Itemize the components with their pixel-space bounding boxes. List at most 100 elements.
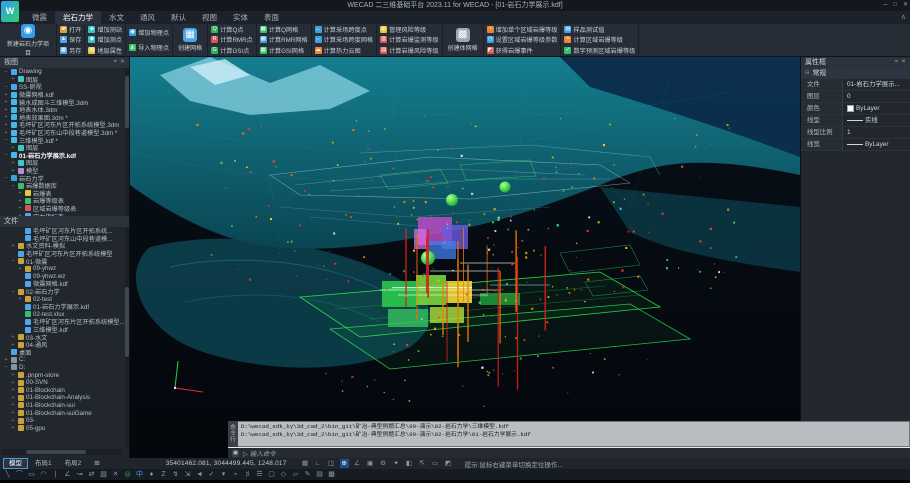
property-row[interactable]: 文件01-岩石力学展示... xyxy=(801,79,910,91)
expand-toggle-icon[interactable]: − xyxy=(3,84,9,90)
draw-tool-icon[interactable]: ▢ xyxy=(267,470,276,480)
draw-tool-icon[interactable]: ▩ xyxy=(327,470,336,480)
ribbon-button[interactable]: ◩获得岩爆事件 xyxy=(487,46,558,55)
expand-toggle-icon[interactable]: − xyxy=(10,289,16,295)
expand-toggle-icon[interactable]: + xyxy=(17,266,23,272)
property-value[interactable]: 实线 xyxy=(843,115,910,126)
ribbon-button[interactable]: ◷设置区域岩爆等级参数 xyxy=(487,35,558,44)
draw-tool-icon[interactable]: ▱ xyxy=(291,470,300,480)
draw-tool-icon[interactable]: ✎ xyxy=(303,470,312,480)
property-value[interactable]: ByLayer xyxy=(843,139,910,150)
expand-toggle-icon[interactable]: + xyxy=(10,76,16,82)
tree-item[interactable]: −三维模型.kdf * xyxy=(0,136,129,144)
property-value[interactable]: 0 xyxy=(843,91,910,102)
draw-tool-icon[interactable]: Z xyxy=(159,470,168,480)
expand-toggle-icon[interactable]: − xyxy=(3,175,9,181)
close-icon[interactable]: ✕ xyxy=(901,57,906,68)
layout-tab-布局1[interactable]: 布局1 xyxy=(29,458,58,469)
draw-tool-icon[interactable]: ▾ xyxy=(219,470,228,480)
expand-toggle-icon[interactable]: + xyxy=(10,243,16,249)
ribbon-big-button[interactable]: ▦创建网格 xyxy=(176,28,204,52)
expand-toggle-icon[interactable]: + xyxy=(3,130,9,136)
command-prompt[interactable]: ▷ 输入命令 xyxy=(243,448,276,458)
tab-表面[interactable]: 表面 xyxy=(256,11,287,24)
property-row[interactable]: 线型比例1 xyxy=(801,127,910,139)
property-row[interactable]: 图层0 xyxy=(801,91,910,103)
ribbon-button[interactable]: ≈计算区域岩爆等级 xyxy=(564,35,635,44)
draw-tool-icon[interactable]: ⇄ xyxy=(87,470,96,480)
tree-item[interactable]: +图层 xyxy=(0,159,129,167)
tab-通风[interactable]: 通风 xyxy=(132,11,163,24)
expand-toggle-icon[interactable]: − xyxy=(3,152,9,158)
draw-tool-icon[interactable]: ∣ xyxy=(51,470,60,480)
expand-toggle-icon[interactable]: + xyxy=(3,122,9,128)
file-tree-scrollbar[interactable] xyxy=(125,227,129,448)
status-icon[interactable]: ▣ xyxy=(366,459,375,468)
ribbon-button[interactable]: G计算GSI点 xyxy=(211,46,253,55)
expand-toggle-icon[interactable]: + xyxy=(10,425,16,431)
expand-toggle-icon[interactable]: − xyxy=(3,69,9,75)
view-panel-header[interactable]: 视图 ⌖✕ xyxy=(0,57,129,68)
tab-水文[interactable]: 水文 xyxy=(101,11,132,24)
ribbon-button[interactable]: ▲保存 xyxy=(60,35,81,44)
ribbon-button[interactable]: ▤样品测试值 xyxy=(564,25,635,34)
tree-item[interactable]: +03- xyxy=(0,417,129,425)
draw-tool-icon[interactable]: ↝ xyxy=(75,470,84,480)
ribbon-button[interactable]: ▰打开 xyxy=(60,25,81,34)
command-input[interactable]: ▣ ▷ 输入命令 xyxy=(228,447,910,458)
tree-item[interactable]: +01-Blockchain-Analysis xyxy=(0,394,129,402)
expand-toggle-icon[interactable]: + xyxy=(10,402,16,408)
tree-item[interactable]: +01-Blockchain-suiGame xyxy=(0,409,129,417)
ribbon-button[interactable]: ▥计算岩爆监测等级 xyxy=(380,35,439,44)
view-panel-header-icons[interactable]: ⌖✕ xyxy=(114,57,125,68)
status-icon[interactable]: ∠ xyxy=(353,459,362,468)
property-row[interactable]: 线型实线 xyxy=(801,115,910,127)
tab-实体[interactable]: 实体 xyxy=(225,11,256,24)
ribbon-button[interactable]: ◔增加单个区域岩爆等级 xyxy=(487,25,558,34)
expand-toggle-icon[interactable]: + xyxy=(10,160,16,166)
properties-section-general[interactable]: ⊟ 常规 xyxy=(801,68,910,79)
expand-toggle-icon[interactable]: + xyxy=(3,107,9,113)
status-icon[interactable]: ⚙ xyxy=(379,459,388,468)
layout-tab-模型[interactable]: 模型 xyxy=(3,458,28,469)
status-icon[interactable]: ▦ xyxy=(301,459,310,468)
tree-item[interactable]: +01-Blockchain xyxy=(0,386,129,394)
draw-tool-icon[interactable]: ▧ xyxy=(99,470,108,480)
tree-item[interactable]: −01-微震 xyxy=(0,257,129,265)
tree-item[interactable]: −02-岩石力学 xyxy=(0,288,129,296)
expand-toggle-icon[interactable]: + xyxy=(10,410,16,416)
status-icon[interactable]: ✦ xyxy=(392,459,401,468)
expand-toggle-icon[interactable]: − xyxy=(10,258,16,264)
draw-tool-icon[interactable]: ✓ xyxy=(207,470,216,480)
tree-item[interactable]: +C: xyxy=(0,356,129,364)
draw-tool-icon[interactable]: ◠ xyxy=(39,470,48,480)
ribbon-button[interactable]: R计算RMR点 xyxy=(211,35,253,44)
tree-item[interactable]: +05-gpu xyxy=(0,424,129,432)
tree-item[interactable]: −岩爆数据库 xyxy=(0,182,129,190)
draw-tool-icon[interactable]: 中 xyxy=(135,470,144,480)
expand-toggle-icon[interactable]: + xyxy=(3,99,9,105)
draw-tool-icon[interactable]: ↯ xyxy=(171,470,180,480)
viewport-3d[interactable]: 中°,半▼ xyxy=(130,57,800,458)
layout-tab-布局2[interactable]: 布局2 xyxy=(59,458,88,469)
ribbon-button[interactable]: ↔计算采场跨度点 xyxy=(315,25,374,34)
view-tree[interactable]: −Drawing+图层−SS-俯视+微震网格.kdf+输水成图斗三维模型.3dm… xyxy=(0,68,129,216)
file-tree-hscrollbar[interactable] xyxy=(2,449,122,455)
tab-视图[interactable]: 视图 xyxy=(194,11,225,24)
tree-item[interactable]: +区域岩爆等级表 xyxy=(0,205,129,213)
tree-item[interactable]: 三维模型.kdf xyxy=(0,326,129,334)
tree-item[interactable]: 桌面 xyxy=(0,349,129,357)
expand-toggle-icon[interactable]: + xyxy=(10,334,16,340)
draw-tool-icon[interactable]: ✕ xyxy=(111,470,120,480)
property-row[interactable]: 颜色ByLayer xyxy=(801,103,910,115)
tree-item[interactable]: +岩爆表 xyxy=(0,190,129,198)
close-icon[interactable]: ✕ xyxy=(903,0,908,11)
ribbon-button[interactable]: ◉增加物理点 xyxy=(129,28,169,37)
expand-toggle-icon[interactable]: − xyxy=(3,137,9,143)
expand-toggle-icon[interactable]: − xyxy=(3,364,9,370)
tree-item[interactable]: +09-yhwz xyxy=(0,265,129,273)
ribbon-button[interactable]: ⇔计算采场跨度网格 xyxy=(315,35,374,44)
command-side-tab[interactable]: 命令行 xyxy=(228,421,238,447)
expand-toggle-icon[interactable]: + xyxy=(3,114,9,120)
pin-icon[interactable]: ⌖ xyxy=(895,57,898,68)
